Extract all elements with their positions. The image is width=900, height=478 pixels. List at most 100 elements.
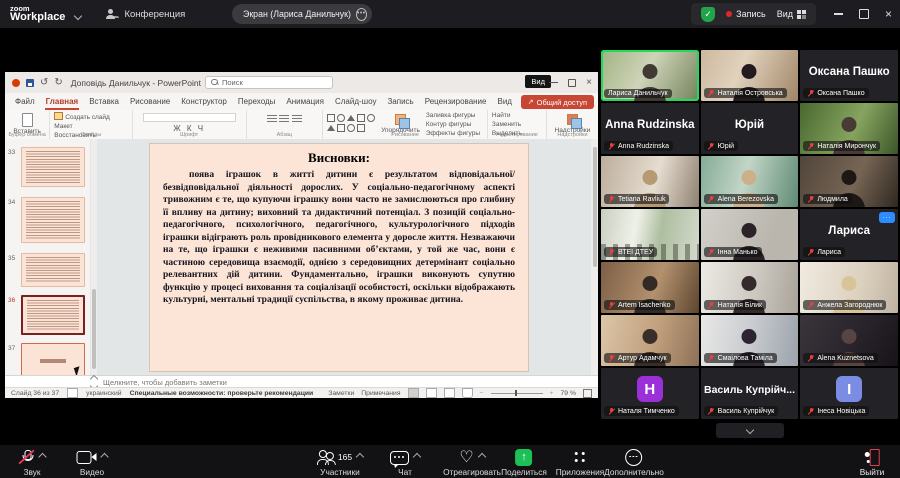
normal-view-button[interactable] <box>408 388 419 398</box>
shape-outline-button[interactable]: Контур фигуры <box>426 121 480 130</box>
menu-design[interactable]: Конструктор <box>180 95 228 108</box>
chevron-up-icon[interactable] <box>356 453 364 461</box>
apps-button[interactable]: Приложения <box>556 448 605 477</box>
save-icon[interactable] <box>26 79 34 87</box>
chevron-up-icon[interactable] <box>100 453 108 461</box>
slide-thumbnail[interactable] <box>21 147 85 187</box>
slide-thumbnail-panel: 33 34 35 36 37 <box>5 139 90 375</box>
share-access-button[interactable]: Общий доступ <box>521 95 594 109</box>
slide-thumbnail[interactable] <box>21 253 85 287</box>
shield-check-icon[interactable]: ✓ <box>701 7 715 22</box>
share-screen-button[interactable]: ↑ Поделиться <box>501 448 547 477</box>
reading-view-button[interactable] <box>444 388 455 398</box>
participant-tile[interactable]: Людмила <box>800 156 898 207</box>
participant-tile[interactable]: Artem Isachenko <box>601 262 699 313</box>
current-slide[interactable]: Висновки: поява іграшок в житті дитини є… <box>150 144 528 371</box>
menu-home[interactable]: Главная <box>45 95 80 108</box>
chevron-down-icon <box>746 425 754 433</box>
participant-tile[interactable]: Наталія Островська <box>701 50 799 101</box>
slide-thumbnail[interactable] <box>21 197 85 243</box>
zoom-view-overlay[interactable]: Вид <box>525 75 551 88</box>
participant-tile[interactable]: Alena Kuznetsova <box>800 315 898 366</box>
participant-tile[interactable]: ВТЕІ ДТЕУ <box>601 209 699 260</box>
search-box[interactable]: Поиск <box>205 76 333 89</box>
leave-button[interactable]: Выйти <box>860 448 885 477</box>
participant-tile[interactable]: Смаілова Таміла <box>701 315 799 366</box>
participant-tile[interactable]: Інна Манько <box>701 209 799 260</box>
chevron-up-icon[interactable] <box>38 453 46 461</box>
participant-tile[interactable]: Tetiana Ravliuk <box>601 156 699 207</box>
paste-icon[interactable] <box>22 113 33 127</box>
react-button[interactable]: ♡ Отреагировать <box>443 448 501 477</box>
replace-button[interactable]: Заменить <box>492 121 542 130</box>
addins-icon[interactable] <box>567 114 578 125</box>
sorter-view-button[interactable] <box>426 388 437 398</box>
participant-tile[interactable]: Н Наталя Тимченко <box>601 368 699 419</box>
view-button[interactable]: Вид <box>777 9 806 19</box>
video-button[interactable]: Видео <box>77 448 108 477</box>
participants-button[interactable]: 165 Участники <box>317 448 363 477</box>
participant-tile[interactable]: Лариса ... Лариса <box>800 209 898 260</box>
redo-icon[interactable]: ↻ <box>54 78 62 88</box>
participant-tile[interactable]: Василь Купрійч... Василь Купрійчук <box>701 368 799 419</box>
zoom-out-button[interactable]: − <box>480 390 484 397</box>
close-button[interactable]: × <box>885 8 892 20</box>
font-name-box[interactable] <box>143 113 236 122</box>
tile-more-button[interactable]: ... <box>879 212 895 223</box>
mic-muted-icon <box>608 195 615 203</box>
ppt-restore-button[interactable] <box>568 79 576 87</box>
participant-tile[interactable]: Наталія Мирончук <box>800 103 898 154</box>
shape-fill-button[interactable]: Заливка фигуры <box>426 112 480 121</box>
ppt-close-button[interactable]: × <box>586 78 592 88</box>
drawing-group: Упорядочить Заливка фигуры Контур фигуры… <box>323 110 488 139</box>
participant-tile[interactable]: Лариса Данильчук <box>601 50 699 101</box>
chevron-up-icon[interactable] <box>477 453 485 461</box>
comments-toggle[interactable]: Примечания <box>361 390 400 397</box>
slide-thumbnail-selected[interactable] <box>21 295 85 335</box>
participant-gallery: Лариса Данильчук Наталія Островська Окса… <box>601 50 898 419</box>
notes-toggle[interactable]: Заметки <box>328 390 354 397</box>
chat-button[interactable]: Чат <box>390 448 420 477</box>
ellipsis-circle-icon[interactable]: ••• <box>356 8 367 21</box>
more-button[interactable]: Дополнительно <box>604 448 664 477</box>
participant-tile[interactable]: Анжела Загороднюк <box>800 262 898 313</box>
gallery-collapse-button[interactable] <box>716 423 784 438</box>
screen-share-pill[interactable]: Экран (Лариса Данильчук) ••• <box>232 4 372 24</box>
accessibility-check[interactable]: Специальные возможности: проверьте реком… <box>130 390 314 397</box>
undo-icon[interactable]: ↺ <box>40 78 48 88</box>
recording-indicator[interactable]: Запись <box>726 9 766 19</box>
participant-tile[interactable]: Юрій Юрій <box>701 103 799 154</box>
clipboard-group: Вставить Буфер обмена <box>5 110 50 139</box>
ppt-minimize-button[interactable] <box>549 82 558 83</box>
menu-animations[interactable]: Анимация <box>285 95 325 108</box>
find-button[interactable]: Найти <box>492 112 542 121</box>
participant-tile[interactable]: Артур Адамчук <box>601 315 699 366</box>
slideshow-button[interactable] <box>462 388 473 398</box>
audio-button[interactable]: Звук <box>19 448 46 477</box>
fit-slide-icon[interactable] <box>583 389 592 398</box>
participant-tile[interactable]: Anna Rudzinska Anna Rudzinska <box>601 103 699 154</box>
chevron-down-icon[interactable] <box>74 12 82 20</box>
zoom-in-button[interactable]: + <box>550 390 554 397</box>
menu-record[interactable]: Запись <box>386 95 414 108</box>
menu-insert[interactable]: Вставка <box>88 95 120 108</box>
zoom-level[interactable]: 79 % <box>561 390 577 397</box>
chevron-up-icon[interactable] <box>413 453 421 461</box>
zoom-slider[interactable] <box>491 393 543 394</box>
menu-draw[interactable]: Рисование <box>129 95 171 108</box>
restore-button[interactable] <box>859 9 869 19</box>
minimize-button[interactable] <box>834 13 843 14</box>
participant-tile[interactable]: Alena Berezovska <box>701 156 799 207</box>
participant-tile[interactable]: Оксана Пашко Оксана Пашко <box>800 50 898 101</box>
participant-tile[interactable]: І Інеса Новіцька <box>800 368 898 419</box>
menu-review[interactable]: Рецензирование <box>424 95 488 108</box>
participant-tile[interactable]: Наталія Білик <box>701 262 799 313</box>
alignment-icons[interactable] <box>251 115 319 124</box>
language-indicator[interactable]: украинский <box>86 390 121 397</box>
menu-transitions[interactable]: Переходы <box>237 95 277 108</box>
tab-meeting[interactable]: Конференция <box>107 9 185 20</box>
canvas-scrollbar[interactable] <box>591 139 598 375</box>
menu-view[interactable]: Вид <box>496 95 512 108</box>
menu-file[interactable]: Файл <box>14 95 36 108</box>
menu-slideshow[interactable]: Слайд-шоу <box>334 95 377 108</box>
